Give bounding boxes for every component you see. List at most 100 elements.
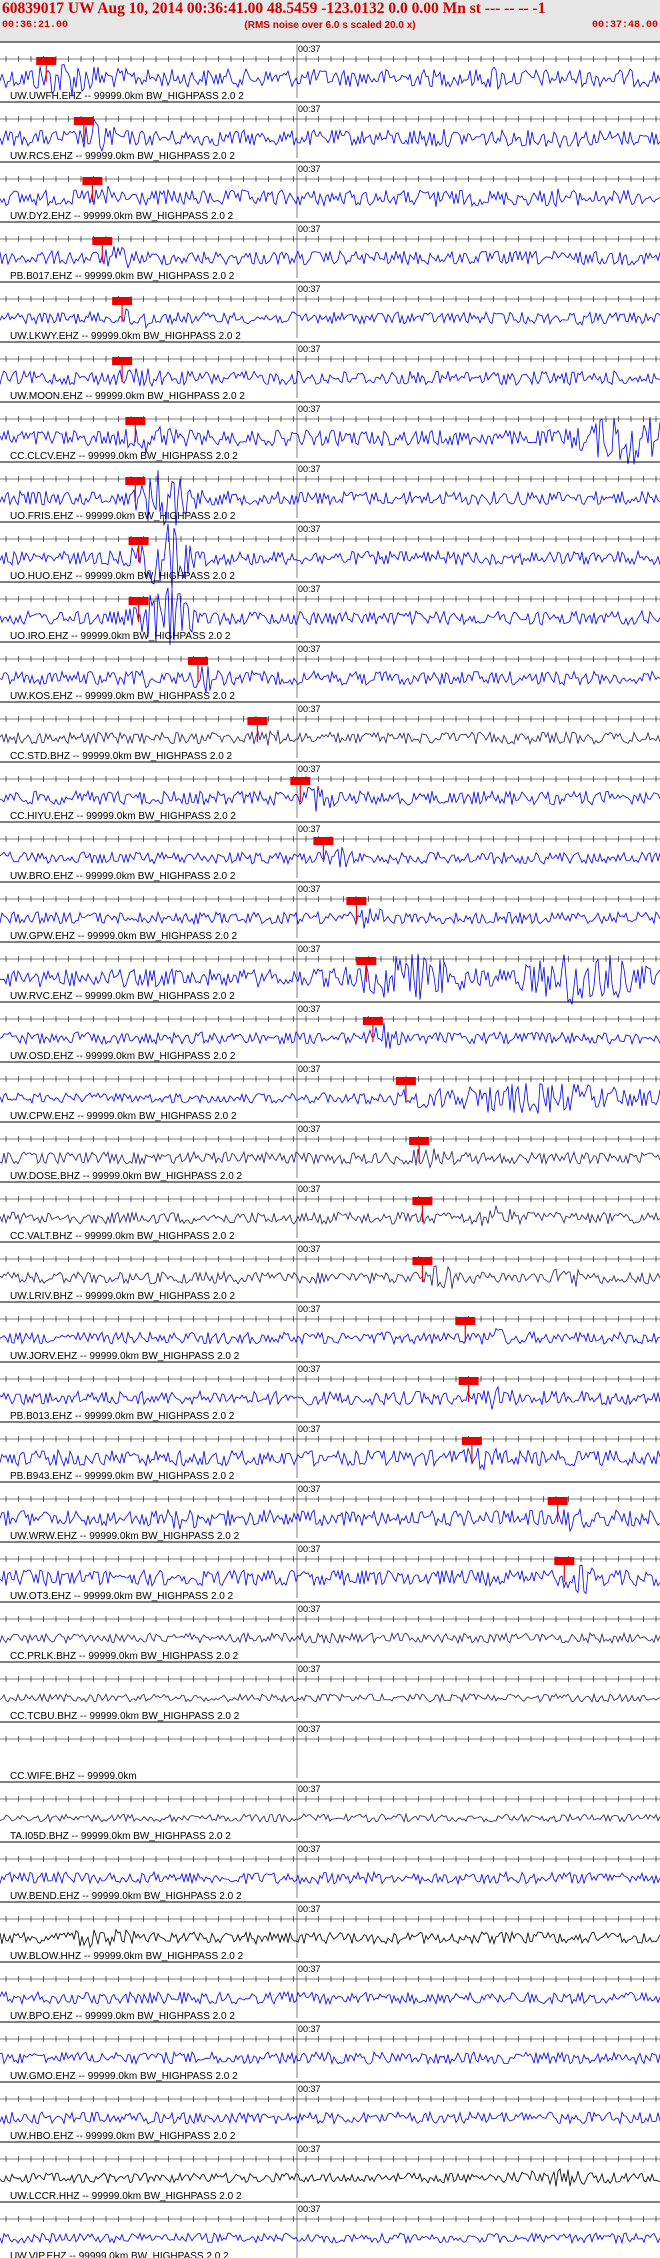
station-label: UW.HBO.EHZ -- 99999.0km BW_HIGHPASS 2.0 … — [10, 2131, 236, 2142]
trace-row: 00:37 UW.LKWY.EHZ -- 99999.0km BW_HIGHPAS… — [0, 281, 660, 342]
station-label: PB.B943.EHZ -- 99999.0km BW_HIGHPASS 2.0… — [10, 1471, 235, 1482]
waveform — [0, 2232, 660, 2245]
waveform — [0, 1507, 660, 1533]
trace-row: 00:37 UW.BEND.EHZ -- 99999.0km BW_HIGHPAS… — [0, 1841, 660, 1902]
minute-marker-label: 00:37 — [298, 944, 321, 954]
minute-marker-label: 00:37 — [298, 764, 321, 774]
trace-row: 00:37 UW.GPW.EHZ -- 99999.0km BW_HIGHPASS… — [0, 881, 660, 942]
station-label: CC.PRLK.BHZ -- 99999.0km BW_HIGHPASS 2.0… — [10, 1651, 239, 1662]
seismogram-chart: 00:37 UW.UWFH.EHZ -- 99999.0km BW_HIGHPAS… — [0, 41, 660, 2258]
minute-marker-label: 00:37 — [298, 1004, 321, 1014]
trace-row: 00:37 UW.RVC.EHZ -- 99999.0km BW_HIGHPASS… — [0, 941, 660, 1005]
minute-marker-label: 00:37 — [298, 1664, 321, 1674]
waveform — [0, 1564, 660, 1595]
waveform — [0, 1631, 660, 1645]
trace-row: 00:37 UW.BLOW.HHZ -- 99999.0km BW_HIGHPAS… — [0, 1901, 660, 1962]
minute-marker-label: 00:37 — [298, 344, 321, 354]
trace-row: 00:37 UW.DY2.EHZ -- 99999.0km BW_HIGHPASS… — [0, 161, 660, 222]
trace-row: 00:37 CC.VALT.BHZ -- 99999.0km BW_HIGHPAS… — [0, 1181, 660, 1242]
trace-row: 00:37 UW.LCCR.HHZ -- 99999.0km BW_HIGHPAS… — [0, 2141, 660, 2202]
station-label: UW.DOSE.BHZ -- 99999.0km BW_HIGHPASS 2.0… — [10, 1171, 243, 1182]
station-label: CC.CLCV.EHZ -- 99999.0km BW_HIGHPASS 2.0… — [10, 451, 238, 462]
trace-row: 00:37 UW.MOON.EHZ -- 99999.0km BW_HIGHPAS… — [0, 341, 660, 402]
minute-marker-label: 00:37 — [298, 1844, 321, 1854]
minute-marker-label: 00:37 — [298, 2024, 321, 2034]
station-label: CC.HIYU.EHZ -- 99999.0km BW_HIGHPASS 2.0… — [10, 811, 236, 822]
station-label: UW.OSD.EHZ -- 99999.0km BW_HIGHPASS 2.0 … — [10, 1051, 236, 1062]
station-label: PB.B017.EHZ -- 99999.0km BW_HIGHPASS 2.0… — [10, 271, 235, 282]
minute-marker-label: 00:37 — [298, 44, 321, 54]
trace-row: 00:37 PB.B943.EHZ -- 99999.0km BW_HIGHPAS… — [0, 1421, 660, 1482]
waveform — [0, 847, 660, 868]
waveform — [0, 1083, 660, 1114]
station-label: UW.GPW.EHZ -- 99999.0km BW_HIGHPASS 2.0 … — [10, 931, 238, 942]
trace-row: 00:37 UW.OSD.EHZ -- 99999.0km BW_HIGHPASS… — [0, 1001, 660, 1062]
trace-row: 00:37 CC.WIFE.BHZ -- 99999.0km — [0, 1721, 660, 1782]
minute-marker-label: 00:37 — [298, 104, 321, 114]
minute-marker-label: 00:37 — [298, 464, 321, 474]
station-label: UO.HUO.EHZ -- 99999.0km BW_HIGHPASS 2.0 … — [10, 571, 235, 582]
minute-marker-label: 00:37 — [298, 1424, 321, 1434]
minute-marker-label: 00:37 — [298, 1364, 321, 1374]
waveform — [0, 2110, 660, 2126]
minute-marker-label: 00:37 — [298, 1484, 321, 1494]
station-label: UW.BPO.EHZ -- 99999.0km BW_HIGHPASS 2.0 … — [10, 2011, 235, 2022]
station-label: UW.MOON.EHZ -- 99999.0km BW_HIGHPASS 2.0… — [10, 391, 245, 402]
minute-marker-label: 00:37 — [298, 644, 321, 654]
trace-row: 00:37 UW.VIP.EHZ -- 99999.0km BW_HIGHPASS… — [0, 2201, 660, 2258]
station-label: UW.WRW.EHZ -- 99999.0km BW_HIGHPASS 2.0 … — [10, 1531, 240, 1542]
trace-row: 00:37 UW.LRIV.BHZ -- 99999.0km BW_HIGHPAS… — [0, 1241, 660, 1302]
minute-marker-label: 00:37 — [298, 2084, 321, 2094]
station-label: CC.WIFE.BHZ -- 99999.0km — [10, 1771, 137, 1782]
station-label: UO.FRIS.EHZ -- 99999.0km BW_HIGHPASS 2.0… — [10, 511, 236, 522]
trace-row: 00:37 UO.IRO.EHZ -- 99999.0km BW_HIGHPASS… — [0, 581, 660, 646]
trace-row: 00:37 CC.PRLK.BHZ -- 99999.0km BW_HIGHPAS… — [0, 1601, 660, 1662]
trace-row: 00:37 UW.BRO.EHZ -- 99999.0km BW_HIGHPASS… — [0, 821, 660, 882]
station-label: UW.RVC.EHZ -- 99999.0km BW_HIGHPASS 2.0 … — [10, 991, 235, 1002]
minute-marker-label: 00:37 — [298, 224, 321, 234]
station-label: UW.OT3.EHZ -- 99999.0km BW_HIGHPASS 2.0 … — [10, 1591, 234, 1602]
trace-row: 00:37 UW.BPO.EHZ -- 99999.0km BW_HIGHPASS… — [0, 1961, 660, 2022]
trace-row: 00:37 UW.KOS.EHZ -- 99999.0km BW_HIGHPASS… — [0, 641, 660, 702]
minute-marker-label: 00:37 — [298, 1964, 321, 1974]
waveform — [0, 1148, 660, 1169]
minute-marker-label: 00:37 — [298, 284, 321, 294]
station-label: UW.VIP.EHZ -- 99999.0km BW_HIGHPASS 2.0 … — [10, 2251, 229, 2258]
minute-marker-label: 00:37 — [298, 1904, 321, 1914]
waveform — [0, 1327, 660, 1346]
minute-marker-label: 00:37 — [298, 1724, 321, 1734]
trace-row: 00:37 CC.TCBU.BHZ -- 99999.0km BW_HIGHPAS… — [0, 1661, 660, 1722]
station-label: UW.BEND.EHZ -- 99999.0km BW_HIGHPASS 2.0… — [10, 1891, 242, 1902]
trace-row: 00:37 UW.UWFH.EHZ -- 99999.0km BW_HIGHPAS… — [0, 41, 660, 102]
waveform — [0, 785, 660, 812]
waveform — [0, 730, 660, 746]
waveform — [0, 185, 660, 208]
station-label: UW.KOS.EHZ -- 99999.0km BW_HIGHPASS 2.0 … — [10, 691, 235, 702]
waveform — [0, 666, 660, 693]
station-label: UW.RCS.EHZ -- 99999.0km BW_HIGHPASS 2.0 … — [10, 151, 235, 162]
minute-marker-label: 00:37 — [298, 1304, 321, 1314]
waveform — [0, 1870, 660, 1886]
trace-row: 00:37 UW.RCS.EHZ -- 99999.0km BW_HIGHPASS… — [0, 101, 660, 162]
waveform — [0, 1928, 660, 1949]
trace-row: 00:37 UW.CPW.EHZ -- 99999.0km BW_HIGHPASS… — [0, 1061, 660, 1122]
trace-row: 00:37 UW.HBO.EHZ -- 99999.0km BW_HIGHPASS… — [0, 2081, 660, 2142]
waveform — [0, 246, 660, 270]
waveform — [0, 2168, 660, 2187]
waveform — [0, 1692, 660, 1703]
minute-marker-label: 00:37 — [298, 2144, 321, 2154]
trace-row: 00:37 TA.I05D.BHZ -- 99999.0km BW_HIGHPAS… — [0, 1781, 660, 1842]
station-label: UW.JORV.EHZ -- 99999.0km BW_HIGHPASS 2.0… — [10, 1351, 240, 1362]
trace-row: 00:37 CC.HIYU.EHZ -- 99999.0km BW_HIGHPAS… — [0, 761, 660, 822]
minute-marker-label: 00:37 — [298, 884, 321, 894]
waveform — [0, 1022, 660, 1049]
station-label: UW.DY2.EHZ -- 99999.0km BW_HIGHPASS 2.0 … — [10, 211, 234, 222]
station-label: TA.I05D.BHZ -- 99999.0km BW_HIGHPASS 2.0… — [10, 1831, 231, 1842]
minute-marker-label: 00:37 — [298, 2204, 321, 2214]
waveform — [0, 908, 660, 929]
trace-row: 00:37 CC.CLCV.EHZ -- 99999.0km BW_HIGHPAS… — [0, 401, 660, 465]
station-label: CC.VALT.BHZ -- 99999.0km BW_HIGHPASS 2.0… — [10, 1231, 235, 1242]
station-label: UW.LKWY.EHZ -- 99999.0km BW_HIGHPASS 2.0… — [10, 331, 241, 342]
minute-marker-label: 00:37 — [298, 1784, 321, 1794]
waveform — [0, 1385, 660, 1410]
